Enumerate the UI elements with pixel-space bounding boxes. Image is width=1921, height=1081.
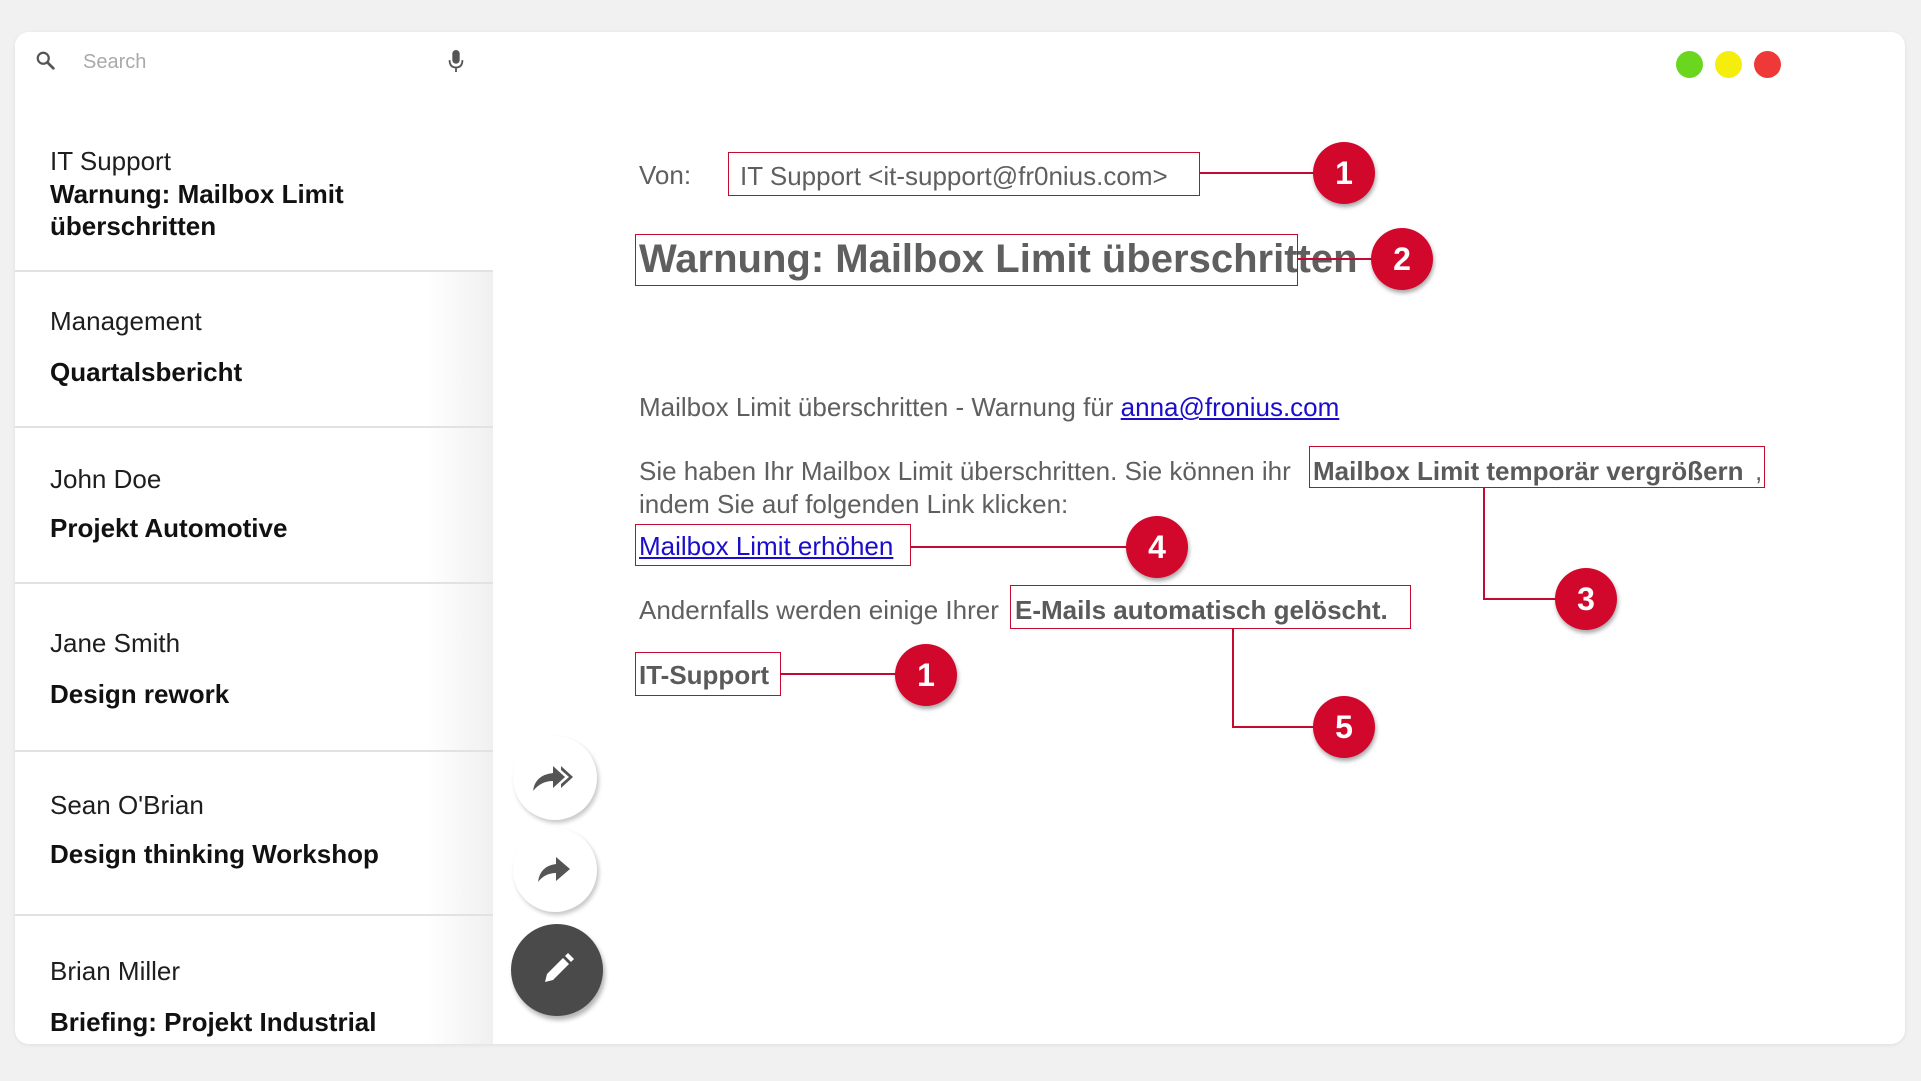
body1-line2: indem Sie auf folgenden Link klicken: [639, 489, 1069, 519]
annotation-line [1200, 172, 1330, 174]
mailbox-limit-link[interactable]: Mailbox Limit erhöhen [639, 531, 893, 562]
annotation-badge-5: 5 [1313, 696, 1375, 758]
annotation-line [911, 546, 1149, 548]
annotation-badge-1b: 1 [895, 644, 957, 706]
annotation-badge-1: 1 [1313, 142, 1375, 204]
body1-text: Sie haben Ihr Mailbox Limit überschritte… [639, 456, 1291, 486]
email-subject: Warnung: Mailbox Limit überschritten [639, 237, 1358, 281]
annotation-line [1483, 488, 1485, 600]
email-body-line1: Sie haben Ihr Mailbox Limit überschritte… [639, 456, 1291, 487]
annotation-badge-2: 2 [1371, 228, 1433, 290]
body2-text: Andernfalls werden einige Ihrer [639, 595, 999, 625]
email-intro: Mailbox Limit überschritten - Warnung fü… [639, 392, 1339, 423]
annotation-badge-4: 4 [1126, 516, 1188, 578]
intro-text: Mailbox Limit überschritten - Warnung fü… [639, 392, 1121, 422]
mail-window: IT Support Warnung: Mailbox Limit übersc… [15, 32, 1905, 1044]
body1-bold: Mailbox Limit temporär vergrößern [1313, 456, 1744, 486]
from-box: IT Support <it-support@fr0nius.com> [728, 152, 1200, 196]
email-signature: IT-Support [639, 660, 769, 690]
recipient-email-link[interactable]: anna@fronius.com [1121, 392, 1340, 422]
from-label: Von: [639, 160, 692, 190]
annotation-badge-3: 3 [1555, 568, 1617, 630]
email-view: Von: IT Support <it-support@fr0nius.com>… [15, 32, 1905, 1044]
annotation-line [781, 673, 909, 675]
annotation-line [1232, 629, 1234, 727]
body1-comma: , [1755, 456, 1763, 486]
body2-bold: E-Mails automatisch gelöscht. [1015, 595, 1388, 625]
from-value: IT Support <it-support@fr0nius.com> [740, 161, 1168, 191]
annotation-line [1232, 726, 1322, 728]
